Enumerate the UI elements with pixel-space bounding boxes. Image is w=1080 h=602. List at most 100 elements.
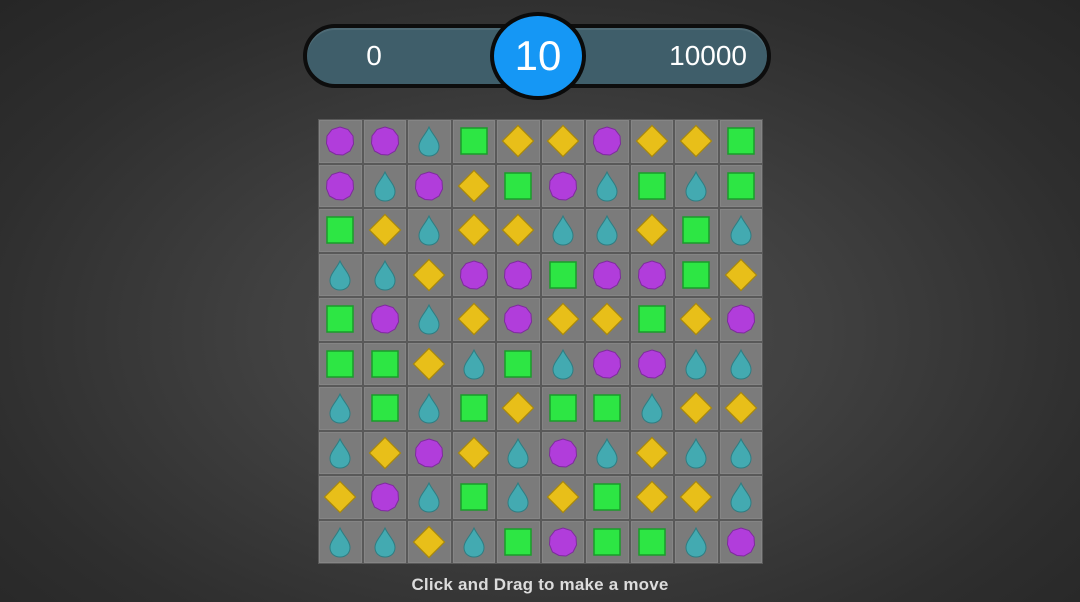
yellow-diamond-gem-icon[interactable] (678, 390, 714, 426)
board-cell[interactable] (451, 119, 496, 164)
teal-drop-gem-icon[interactable] (367, 257, 403, 293)
board-cell[interactable] (540, 252, 585, 297)
teal-drop-gem-icon[interactable] (545, 212, 581, 248)
board-cell[interactable] (718, 430, 763, 475)
purple-circle-gem-icon[interactable] (500, 257, 536, 293)
board-cell[interactable] (362, 341, 407, 386)
yellow-diamond-gem-icon[interactable] (367, 212, 403, 248)
board-cell[interactable] (718, 519, 763, 564)
board-cell[interactable] (407, 119, 452, 164)
board-cell[interactable] (674, 341, 719, 386)
yellow-diamond-gem-icon[interactable] (411, 257, 447, 293)
board-cell[interactable] (451, 208, 496, 253)
green-square-gem-icon[interactable] (500, 524, 536, 560)
board-cell[interactable] (540, 386, 585, 431)
green-square-gem-icon[interactable] (634, 168, 670, 204)
green-square-gem-icon[interactable] (322, 301, 358, 337)
teal-drop-gem-icon[interactable] (411, 301, 447, 337)
board-cell[interactable] (585, 297, 630, 342)
purple-circle-gem-icon[interactable] (545, 524, 581, 560)
teal-drop-gem-icon[interactable] (322, 435, 358, 471)
board-cell[interactable] (496, 119, 541, 164)
yellow-diamond-gem-icon[interactable] (456, 212, 492, 248)
teal-drop-gem-icon[interactable] (500, 435, 536, 471)
purple-circle-gem-icon[interactable] (589, 346, 625, 382)
green-square-gem-icon[interactable] (456, 390, 492, 426)
board-cell[interactable] (585, 386, 630, 431)
yellow-diamond-gem-icon[interactable] (634, 123, 670, 159)
board-cell[interactable] (451, 163, 496, 208)
board-cell[interactable] (362, 119, 407, 164)
board-cell[interactable] (496, 341, 541, 386)
teal-drop-gem-icon[interactable] (411, 212, 447, 248)
purple-circle-gem-icon[interactable] (367, 479, 403, 515)
teal-drop-gem-icon[interactable] (456, 524, 492, 560)
green-square-gem-icon[interactable] (723, 123, 759, 159)
purple-circle-gem-icon[interactable] (322, 168, 358, 204)
board-cell[interactable] (496, 297, 541, 342)
teal-drop-gem-icon[interactable] (322, 524, 358, 560)
purple-circle-gem-icon[interactable] (411, 435, 447, 471)
board-cell[interactable] (407, 163, 452, 208)
yellow-diamond-gem-icon[interactable] (634, 435, 670, 471)
board-cell[interactable] (674, 119, 719, 164)
yellow-diamond-gem-icon[interactable] (723, 257, 759, 293)
teal-drop-gem-icon[interactable] (411, 479, 447, 515)
board-cell[interactable] (407, 519, 452, 564)
yellow-diamond-gem-icon[interactable] (589, 301, 625, 337)
teal-drop-gem-icon[interactable] (589, 212, 625, 248)
board-cell[interactable] (718, 208, 763, 253)
board-cell[interactable] (674, 519, 719, 564)
board-cell[interactable] (496, 252, 541, 297)
teal-drop-gem-icon[interactable] (322, 390, 358, 426)
board-cell[interactable] (451, 341, 496, 386)
board-cell[interactable] (496, 475, 541, 520)
board-cell[interactable] (585, 475, 630, 520)
teal-drop-gem-icon[interactable] (723, 479, 759, 515)
board-cell[interactable] (674, 386, 719, 431)
green-square-gem-icon[interactable] (322, 346, 358, 382)
board-cell[interactable] (629, 341, 674, 386)
game-board[interactable] (318, 119, 763, 564)
teal-drop-gem-icon[interactable] (678, 346, 714, 382)
purple-circle-gem-icon[interactable] (545, 168, 581, 204)
yellow-diamond-gem-icon[interactable] (545, 123, 581, 159)
board-cell[interactable] (407, 208, 452, 253)
board-cell[interactable] (362, 208, 407, 253)
board-cell[interactable] (718, 475, 763, 520)
board-cell[interactable] (585, 208, 630, 253)
board-cell[interactable] (451, 297, 496, 342)
yellow-diamond-gem-icon[interactable] (634, 479, 670, 515)
board-cell[interactable] (629, 430, 674, 475)
board-cell[interactable] (318, 252, 363, 297)
purple-circle-gem-icon[interactable] (500, 301, 536, 337)
board-cell[interactable] (718, 341, 763, 386)
yellow-diamond-gem-icon[interactable] (456, 435, 492, 471)
board-cell[interactable] (585, 430, 630, 475)
board-cell[interactable] (496, 430, 541, 475)
board-cell[interactable] (407, 297, 452, 342)
yellow-diamond-gem-icon[interactable] (500, 390, 536, 426)
yellow-diamond-gem-icon[interactable] (456, 301, 492, 337)
board-cell[interactable] (318, 519, 363, 564)
board-cell[interactable] (585, 252, 630, 297)
yellow-diamond-gem-icon[interactable] (411, 346, 447, 382)
purple-circle-gem-icon[interactable] (723, 524, 759, 560)
board-cell[interactable] (318, 163, 363, 208)
purple-circle-gem-icon[interactable] (634, 257, 670, 293)
board-cell[interactable] (674, 163, 719, 208)
purple-circle-gem-icon[interactable] (634, 346, 670, 382)
teal-drop-gem-icon[interactable] (367, 524, 403, 560)
teal-drop-gem-icon[interactable] (678, 168, 714, 204)
board-cell[interactable] (585, 341, 630, 386)
board-cell[interactable] (718, 297, 763, 342)
purple-circle-gem-icon[interactable] (456, 257, 492, 293)
board-cell[interactable] (540, 430, 585, 475)
board-cell[interactable] (718, 252, 763, 297)
board-cell[interactable] (540, 119, 585, 164)
yellow-diamond-gem-icon[interactable] (456, 168, 492, 204)
board-cell[interactable] (585, 519, 630, 564)
board-cell[interactable] (451, 430, 496, 475)
yellow-diamond-gem-icon[interactable] (723, 390, 759, 426)
green-square-gem-icon[interactable] (456, 123, 492, 159)
